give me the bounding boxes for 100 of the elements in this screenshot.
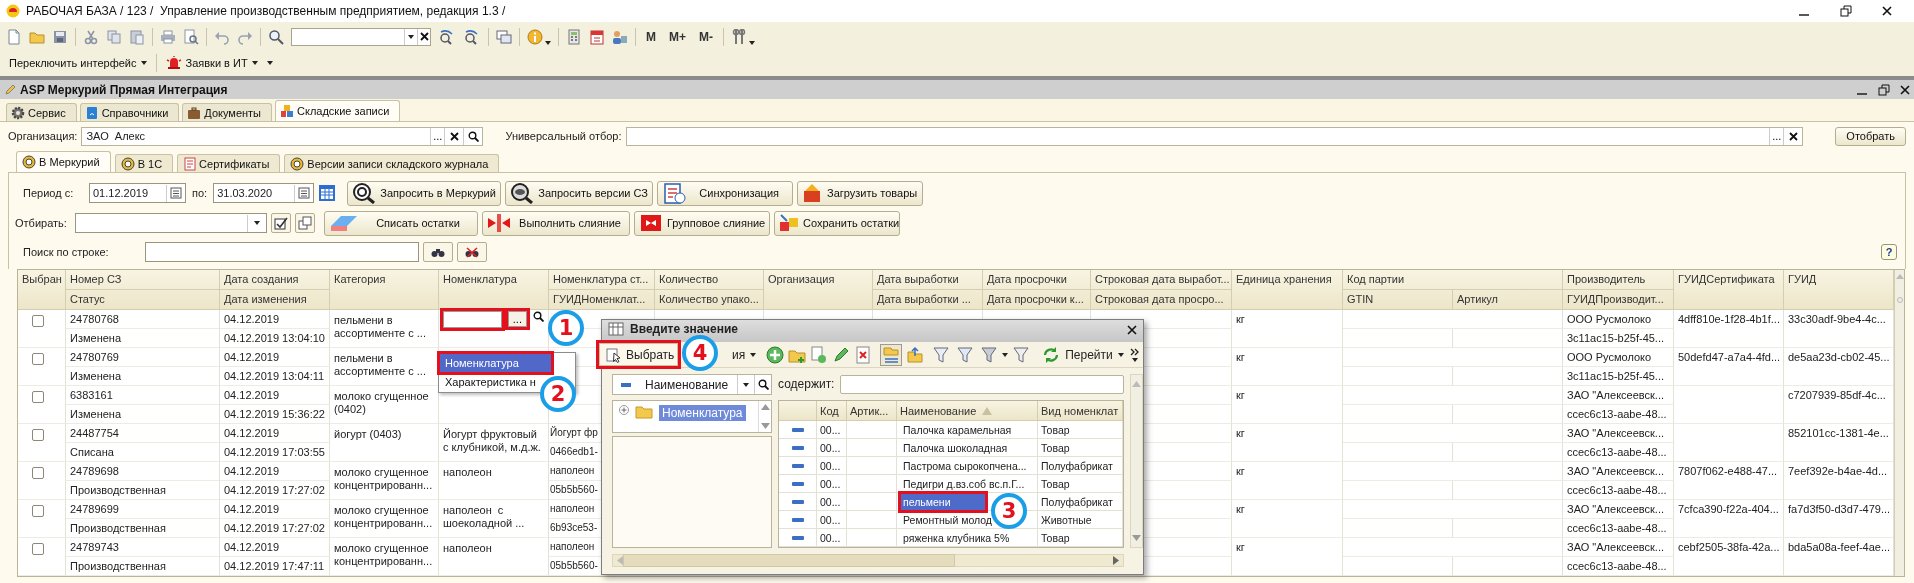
- column-header[interactable]: Номенклатура ст...: [549, 270, 655, 290]
- action-button[interactable]: Групповое слияние: [634, 210, 770, 236]
- checkbox[interactable]: [32, 543, 44, 555]
- universal-filter-field[interactable]: ...: [625, 126, 1804, 146]
- date-field[interactable]: 01.12.2019: [89, 183, 186, 203]
- memory-button[interactable]: M: [643, 29, 659, 44]
- menu-button[interactable]: Заявки в ИТ: [162, 53, 261, 72]
- scroll-thumb-icon[interactable]: [1896, 297, 1903, 303]
- column-header[interactable]: Количество упако...: [655, 290, 764, 310]
- clear-icon[interactable]: [449, 131, 459, 141]
- add-icon[interactable]: [766, 345, 785, 364]
- clear-icon[interactable]: [419, 32, 429, 41]
- column-header[interactable]: Артикул: [1453, 290, 1563, 310]
- action-button[interactable]: Синхронизация: [657, 180, 794, 206]
- table-cell[interactable]: ряженка клубника 5%: [900, 529, 1013, 547]
- scroll-down-icon[interactable]: [760, 423, 770, 429]
- caret-icon[interactable]: [408, 34, 414, 39]
- caret-icon[interactable]: [266, 60, 273, 65]
- checkbox[interactable]: [32, 353, 44, 365]
- column-header[interactable]: Дата выработки ...: [873, 290, 983, 310]
- date-field[interactable]: 31.03.2020: [213, 183, 315, 203]
- hierarchy-icon[interactable]: [882, 345, 901, 364]
- tools-icon[interactable]: [731, 28, 747, 45]
- checkbox[interactable]: [32, 429, 44, 441]
- column-header[interactable]: Дата создания: [220, 270, 330, 290]
- action-button[interactable]: Запросить версии СЗ: [505, 180, 654, 206]
- scroll-right-icon[interactable]: [1113, 556, 1119, 565]
- menu-item[interactable]: Характеристика н: [440, 373, 539, 391]
- column-header[interactable]: Артик...: [847, 401, 897, 421]
- restore-icon[interactable]: [1840, 5, 1852, 17]
- choose-button[interactable]: ...: [507, 311, 527, 327]
- memory-button[interactable]: M-: [696, 29, 716, 44]
- chevron-icon[interactable]: [1129, 347, 1140, 356]
- checkbox[interactable]: [32, 505, 44, 517]
- users-icon[interactable]: [612, 28, 628, 45]
- cancel-find-button[interactable]: [457, 242, 487, 262]
- column-header[interactable]: Код: [817, 401, 847, 421]
- tab[interactable]: Сертификаты: [177, 154, 281, 172]
- column-header[interactable]: Количество: [655, 270, 764, 290]
- vertical-scrollbar[interactable]: [1894, 270, 1904, 576]
- choose-button[interactable]: ...: [430, 127, 445, 145]
- checkbox[interactable]: [32, 467, 44, 479]
- table-cell[interactable]: Палочка шоколадная: [900, 439, 1011, 457]
- caret-icon[interactable]: [1002, 352, 1009, 357]
- table-cell[interactable]: Ремонтный молод: [900, 511, 995, 529]
- column-header[interactable]: Номер СЗ: [66, 270, 220, 290]
- column-header[interactable]: GTIN: [1343, 290, 1453, 310]
- close-icon[interactable]: [1882, 6, 1892, 16]
- search-icon[interactable]: [757, 379, 769, 390]
- actions-menu[interactable]: ия: [730, 347, 759, 362]
- tab[interactable]: Версии записи складского журнала: [284, 154, 500, 172]
- select-field[interactable]: [75, 213, 267, 233]
- vertical-scrollbar[interactable]: [1130, 374, 1143, 548]
- goto-menu[interactable]: Перейти: [1040, 345, 1126, 364]
- search-icon[interactable]: [533, 311, 544, 322]
- printer-icon[interactable]: [160, 28, 176, 45]
- copy-add-icon[interactable]: [810, 345, 829, 364]
- action-button[interactable]: Списать остатки: [324, 210, 478, 236]
- tab[interactable]: Справочники: [79, 103, 180, 121]
- print-preview-icon[interactable]: [183, 28, 199, 45]
- find-button[interactable]: [423, 242, 453, 262]
- action-button[interactable]: Сохранить остатки: [774, 210, 900, 236]
- table-cell[interactable]: Педигри д.вз.соб вс.п.Г...: [900, 475, 1028, 493]
- search-icon[interactable]: [467, 130, 479, 142]
- organization-field[interactable]: ЗАО Алекс ...: [81, 126, 484, 146]
- checkbox[interactable]: [32, 391, 44, 403]
- help-button[interactable]: ?: [1881, 244, 1897, 260]
- calendar-icon[interactable]: [318, 184, 337, 202]
- restore-icon[interactable]: [1878, 83, 1890, 96]
- tab[interactable]: Сервис: [6, 103, 77, 121]
- apply-filter-button[interactable]: Отобрать: [1835, 126, 1906, 146]
- menu-button[interactable]: Переключить интерфейс: [6, 55, 150, 70]
- table-cell[interactable]: Пастрома сырокопчена...: [900, 457, 1030, 475]
- search-field[interactable]: [145, 242, 419, 262]
- column-header[interactable]: Единица хранения: [1232, 270, 1343, 310]
- check-edit-button[interactable]: [271, 213, 291, 233]
- copy-icon[interactable]: [106, 28, 122, 45]
- calendar-icon[interactable]: [298, 187, 311, 199]
- column-header[interactable]: Наименование: [897, 401, 1038, 421]
- document-icon[interactable]: [6, 28, 22, 45]
- alarm-icon[interactable]: [165, 54, 182, 71]
- action-button[interactable]: Выполнить слияние: [482, 210, 630, 236]
- choose-button[interactable]: ...: [1769, 127, 1784, 145]
- close-icon[interactable]: [1900, 84, 1910, 95]
- memory-button[interactable]: M+: [666, 29, 689, 44]
- caret-icon[interactable]: [743, 382, 749, 387]
- contains-field[interactable]: [840, 374, 1124, 394]
- column-header[interactable]: Вид номенклат: [1038, 401, 1123, 421]
- calendar-icon[interactable]: [589, 28, 605, 45]
- tab[interactable]: Складские записи: [275, 100, 401, 121]
- scissors-icon[interactable]: [83, 28, 99, 45]
- clear-icon[interactable]: [1788, 131, 1798, 141]
- field-selector[interactable]: Наименование: [612, 374, 772, 395]
- menu-item[interactable]: Номенклатура: [440, 354, 551, 372]
- tab[interactable]: В 1С: [114, 154, 174, 172]
- pencil-icon[interactable]: [832, 345, 851, 364]
- calculator-icon[interactable]: [566, 28, 582, 45]
- column-header[interactable]: Дата выработки: [873, 270, 983, 290]
- save-icon[interactable]: [52, 28, 68, 45]
- folder-up-icon[interactable]: [906, 345, 925, 364]
